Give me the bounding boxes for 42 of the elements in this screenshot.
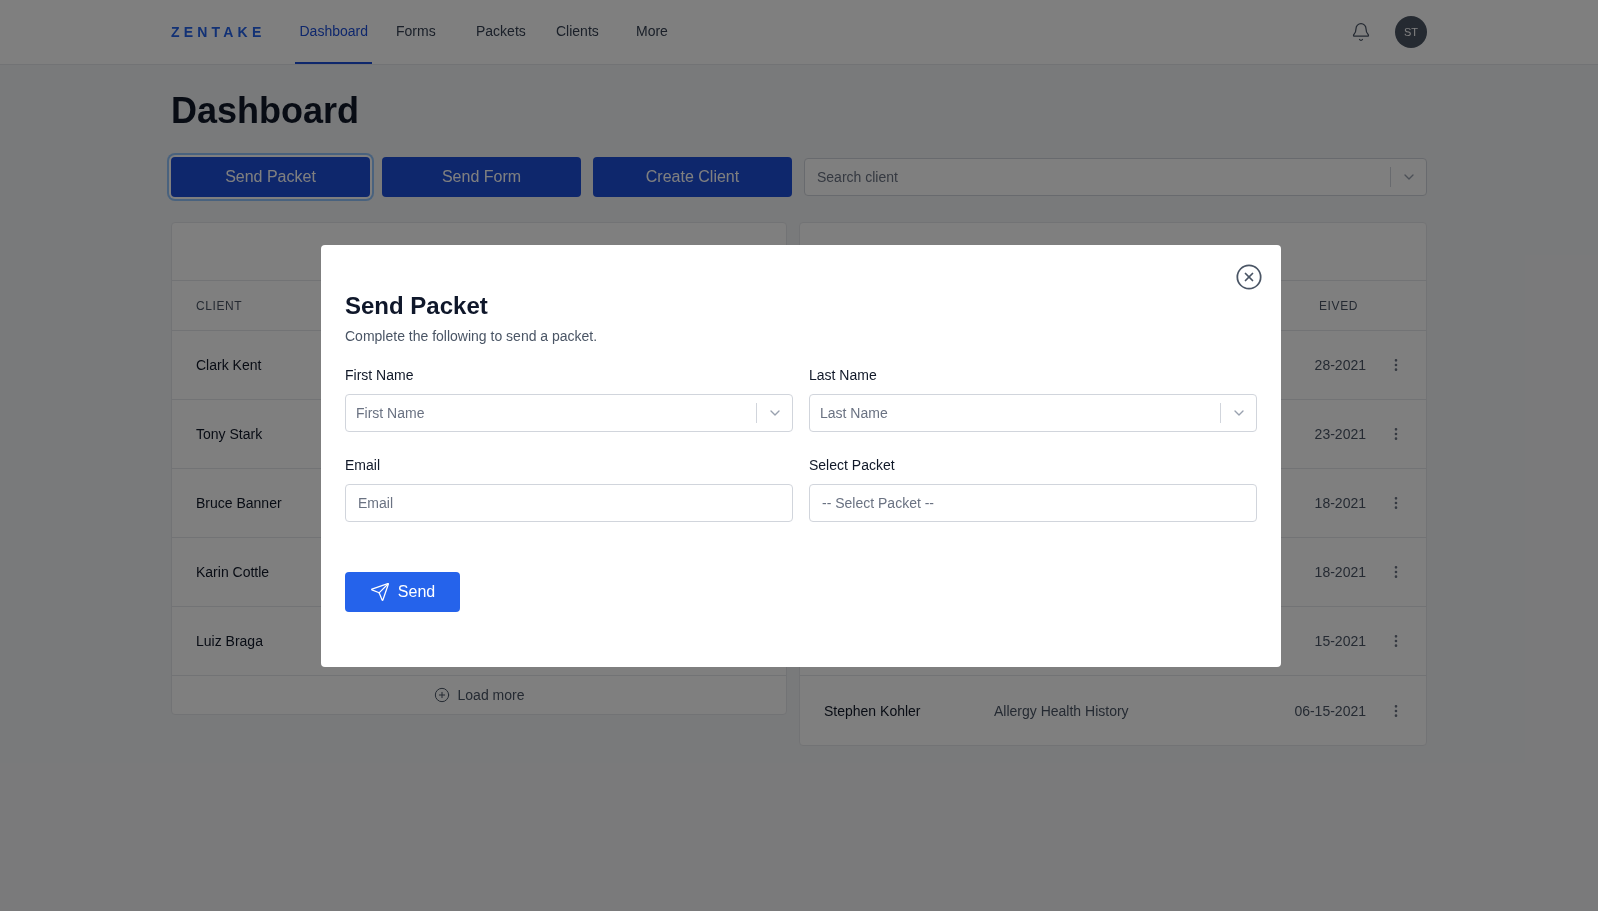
client-name[interactable]: Bruce Banner (196, 492, 282, 514)
dialog-subtitle: Complete the following to send a packet. (345, 327, 599, 346)
client-name[interactable]: Karin Cottle (196, 561, 270, 583)
form-name: Allergy Health History (994, 702, 1129, 719)
action-button[interactable]: Create Client (593, 157, 792, 197)
field-label: Select Packet (809, 456, 896, 475)
name-combobox[interactable]: First Name (345, 394, 793, 432)
paper-plane-icon (369, 582, 390, 602)
action-button[interactable]: Send Form (382, 157, 581, 197)
received-date: 06-15-2021 (1294, 702, 1366, 719)
nav-tab[interactable]: Packets (472, 0, 532, 64)
logo: ZENTAKE (171, 22, 266, 42)
client-name[interactable]: Luiz Braga (196, 630, 263, 652)
plus-circle-icon (433, 687, 450, 703)
page-title: Dashboard (171, 89, 361, 133)
column-header: CLIENT (196, 297, 243, 315)
notification-bell-icon[interactable] (1351, 22, 1371, 42)
client-name: Stephen Kohler (824, 702, 921, 719)
user-avatar[interactable]: ST (1395, 16, 1427, 48)
field-label: Email (345, 456, 381, 475)
received-date: 15-2021 (1314, 633, 1366, 649)
name-combobox[interactable]: Last Name (809, 394, 1257, 432)
field-label: Last Name (809, 366, 878, 385)
dialog-title: Send Packet (345, 291, 489, 321)
received-date: 23-2021 (1314, 426, 1366, 442)
nav-tab[interactable]: Forms (392, 0, 452, 64)
nav-tab[interactable]: More (632, 0, 692, 64)
received-date: 18-2021 (1314, 495, 1366, 511)
nav-tab[interactable]: Dashboard (295, 0, 372, 64)
column-header: EIVED (1318, 297, 1359, 315)
search-field[interactable]: Search client (804, 158, 1427, 196)
client-name[interactable]: Clark Kent (196, 354, 262, 376)
received-date: 18-2021 (1314, 564, 1366, 580)
send-button[interactable]: Send (345, 572, 460, 612)
client-name[interactable]: Tony Stark (196, 423, 263, 445)
packet-select[interactable]: -- Select Packet -- (809, 484, 1257, 522)
field-label: First Name (345, 366, 415, 385)
nav-tab[interactable]: Clients (552, 0, 612, 64)
load-more-button[interactable]: Load more (433, 684, 525, 706)
received-date: 28-2021 (1314, 357, 1366, 373)
email-field[interactable]: Email (345, 484, 793, 522)
close-icon[interactable] (1235, 263, 1263, 291)
